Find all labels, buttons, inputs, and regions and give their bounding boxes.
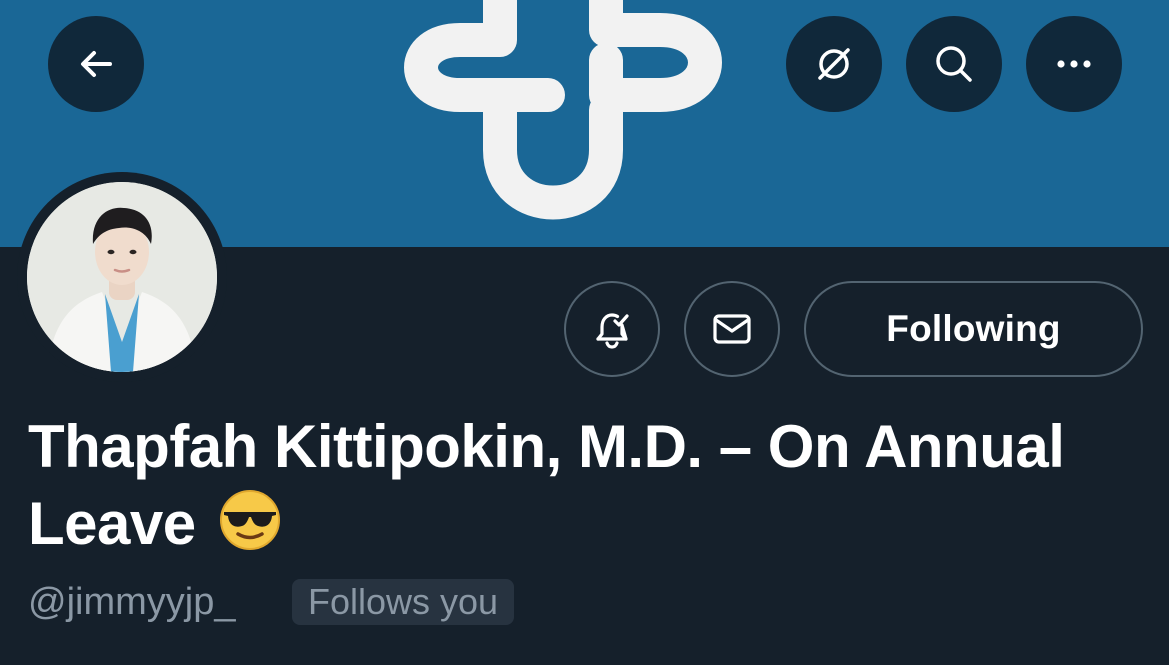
bell-check-icon (596, 313, 629, 349)
message-button[interactable] (684, 281, 780, 377)
avatar[interactable] (27, 182, 217, 372)
translate-off-icon (818, 48, 850, 80)
arrow-left-icon (81, 51, 112, 77)
search-button[interactable] (906, 16, 1002, 112)
translate-button[interactable] (786, 16, 882, 112)
follows-you-badge: Follows you (292, 579, 515, 625)
more-button[interactable] (1026, 16, 1122, 112)
notifications-button[interactable] (564, 281, 660, 377)
search-icon (936, 46, 972, 82)
back-button[interactable] (48, 16, 144, 112)
user-handle: @jimmyyjp_ (28, 581, 236, 623)
envelope-icon (713, 314, 751, 344)
sunglasses-emoji (218, 488, 282, 570)
avatar-frame (17, 172, 227, 382)
following-button[interactable]: Following (804, 281, 1143, 377)
display-name: Thapfah Kittipokin, M.D. – On Annual Lea… (28, 408, 1138, 570)
more-horizontal-icon (1057, 60, 1091, 68)
display-name-text: Thapfah Kittipokin, M.D. – On Annual Lea… (28, 413, 1065, 557)
